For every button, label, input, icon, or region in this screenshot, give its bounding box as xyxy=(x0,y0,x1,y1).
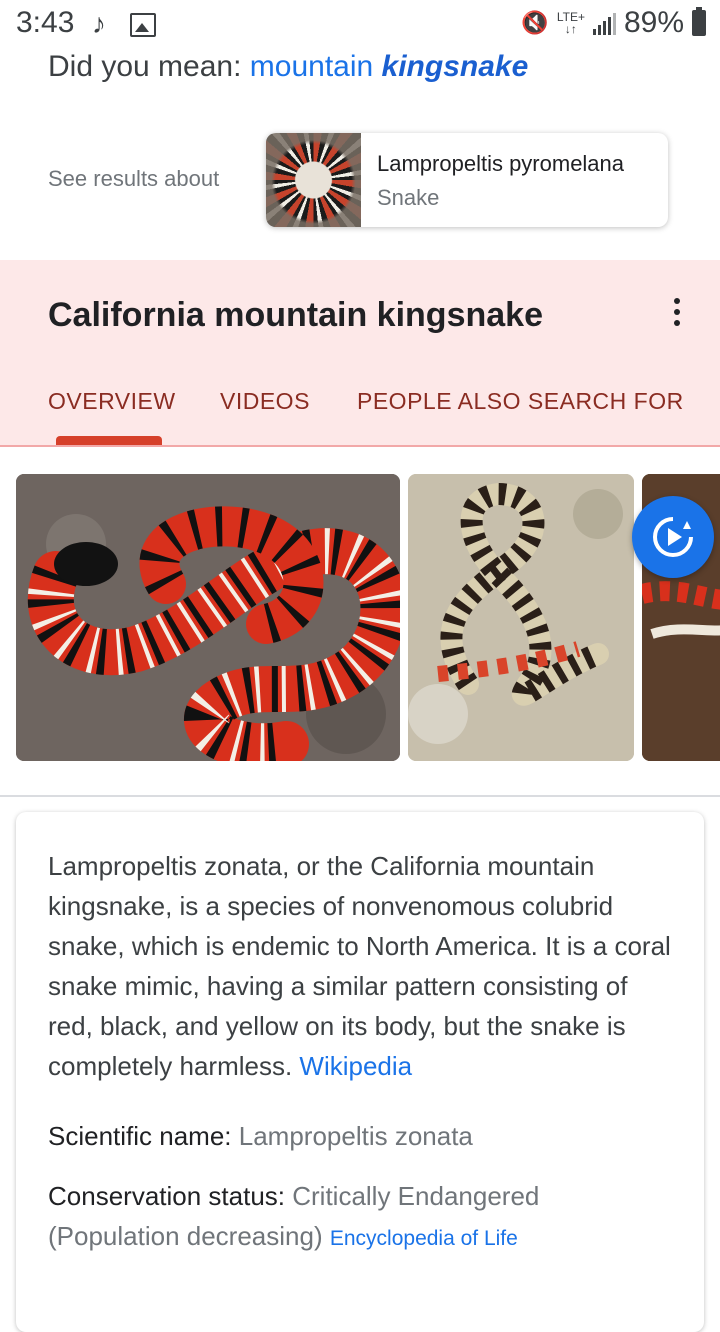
encyclopedia-of-life-link[interactable]: Encyclopedia of Life xyxy=(330,1227,518,1250)
snake-thumbnail xyxy=(266,133,361,227)
did-you-mean-link[interactable]: mountain kingsnake xyxy=(250,50,528,83)
more-options-icon[interactable] xyxy=(674,298,682,331)
did-you-mean-prefix: Did you mean: xyxy=(48,50,250,83)
snake-image-1[interactable] xyxy=(16,474,400,761)
snake-image-2[interactable] xyxy=(408,474,634,761)
status-right: 🔇 LTE+ ↓↑ 89% xyxy=(521,6,706,40)
mute-icon: 🔇 xyxy=(521,10,549,35)
battery-percent: 89% xyxy=(623,6,684,39)
battery-icon xyxy=(692,7,706,36)
panel-title: California mountain kingsnake xyxy=(48,296,543,334)
status-bar: 3:43 ♪ 🔇 LTE+ ↓↑ 89% xyxy=(0,0,720,50)
network-type: LTE+ ↓↑ xyxy=(556,10,585,36)
did-you-mean: Did you mean: mountain kingsnake xyxy=(48,50,528,84)
scientific-name-label: Scientific name: xyxy=(48,1121,239,1151)
see-results-label: See results about xyxy=(48,166,220,191)
tab-people-also-search-for[interactable]: PEOPLE ALSO SEARCH FOR xyxy=(357,388,684,415)
status-time: 3:43 xyxy=(16,6,75,39)
conservation-status-label: Conservation status: xyxy=(48,1181,293,1211)
section-divider xyxy=(0,795,720,797)
music-note-icon: ♪ xyxy=(92,8,106,39)
google-lens-button[interactable] xyxy=(632,496,714,578)
see-results-card[interactable]: Lampropeltis pyromelana Snake xyxy=(266,133,668,227)
gallery-icon xyxy=(130,13,156,37)
scientific-name-value: Lampropeltis zonata xyxy=(238,1121,473,1151)
result-subtitle: Snake xyxy=(377,185,440,210)
conservation-status-row: Conservation status: Critically Endanger… xyxy=(48,1176,678,1259)
signal-icon xyxy=(592,11,616,35)
active-tab-indicator xyxy=(56,436,162,445)
scientific-name-row: Scientific name: Lampropeltis zonata xyxy=(48,1116,678,1156)
tab-overview[interactable]: OVERVIEW xyxy=(48,388,176,415)
description: Lampropeltis zonata, or the California m… xyxy=(48,846,678,1086)
result-title: Lampropeltis pyromelana xyxy=(377,151,625,176)
description-card: Lampropeltis zonata, or the California m… xyxy=(16,812,704,1332)
knowledge-panel-header: California mountain kingsnake OVERVIEW V… xyxy=(0,260,720,447)
lens-play-icon xyxy=(653,517,693,557)
description-text: Lampropeltis zonata, or the California m… xyxy=(48,851,671,1081)
wikipedia-link[interactable]: Wikipedia xyxy=(299,1051,412,1081)
tab-videos[interactable]: VIDEOS xyxy=(220,388,310,415)
